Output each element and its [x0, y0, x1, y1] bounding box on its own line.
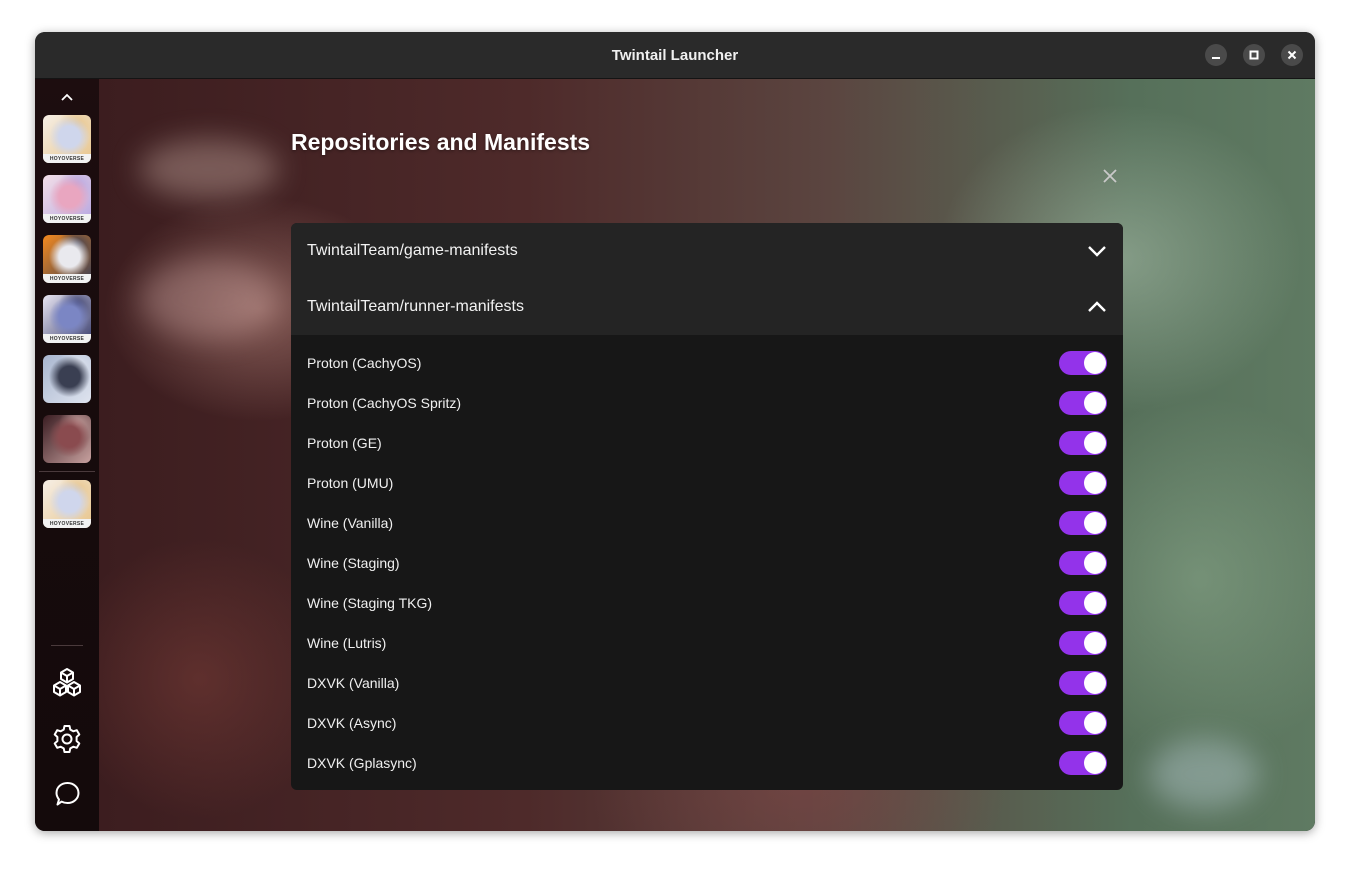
game-publisher-label: HOYOVERSE: [49, 275, 85, 282]
title-bar: Twintail Launcher: [35, 32, 1315, 79]
gear-icon[interactable]: [51, 723, 83, 755]
runner-toggle[interactable]: [1059, 511, 1107, 535]
runner-label: Proton (UMU): [307, 475, 394, 491]
runner-toggle[interactable]: [1059, 751, 1107, 775]
toggle-knob: [1084, 672, 1106, 694]
minimize-icon: [1212, 57, 1220, 59]
game-publisher-band: HOYOVERSE: [43, 214, 91, 223]
cubes-icon[interactable]: [51, 667, 83, 699]
runner-toggle[interactable]: [1059, 591, 1107, 615]
runner-label: Proton (CachyOS Spritz): [307, 395, 462, 411]
toggle-knob: [1084, 752, 1106, 774]
runner-label: Wine (Vanilla): [307, 515, 394, 531]
chevron-up-icon[interactable]: [59, 89, 75, 105]
toggle-knob: [1084, 352, 1106, 374]
runner-label: Wine (Staging): [307, 555, 400, 571]
runner-row: Wine (Staging TKG): [291, 583, 1123, 623]
game-publisher-label: HOYOVERSE: [49, 215, 85, 222]
game-publisher-band: HOYOVERSE: [43, 154, 91, 163]
runner-list: Proton (CachyOS) Proton (CachyOS Spritz) P…: [291, 335, 1123, 783]
runner-toggle[interactable]: [1059, 351, 1107, 375]
toggle-knob: [1084, 472, 1106, 494]
close-icon: [1287, 50, 1297, 60]
runner-toggle[interactable]: [1059, 711, 1107, 735]
toggle-knob: [1084, 512, 1106, 534]
app-window: Twintail Launcher HOYOVERSE HOYOVERSE HOYO…: [35, 32, 1315, 831]
window-title: Twintail Launcher: [611, 46, 739, 64]
runner-toggle[interactable]: [1059, 631, 1107, 655]
runner-label: DXVK (Async): [307, 715, 397, 731]
game-publisher-label: HOYOVERSE: [49, 520, 85, 527]
game-icon[interactable]: HOYOVERSE: [43, 235, 91, 283]
chat-bubble-icon[interactable]: [51, 779, 83, 811]
runner-toggle[interactable]: [1059, 471, 1107, 495]
runner-label: Proton (CachyOS): [307, 355, 422, 371]
main-content: Repositories and Manifests TwintailTeam/…: [99, 79, 1315, 831]
game-icon[interactable]: HOYOVERSE: [43, 295, 91, 343]
game-publisher-band: HOYOVERSE: [43, 334, 91, 343]
game-publisher-label: HOYOVERSE: [49, 335, 85, 342]
repositories-panel: TwintailTeam/game-manifests TwintailTeam…: [291, 223, 1123, 790]
sidebar-divider: [39, 471, 95, 472]
runner-row: Wine (Staging): [291, 543, 1123, 583]
background-art-3: [1149, 739, 1259, 809]
minimize-button[interactable]: [1205, 44, 1227, 66]
runner-row: DXVK (Gplasync): [291, 743, 1123, 783]
runner-label: Wine (Lutris): [307, 635, 387, 651]
maximize-icon: [1249, 50, 1259, 60]
game-publisher-label: HOYOVERSE: [49, 155, 85, 162]
runner-row: Wine (Lutris): [291, 623, 1123, 663]
runner-label: DXVK (Vanilla): [307, 675, 400, 691]
game-icon[interactable]: HOYOVERSE: [43, 115, 91, 163]
runner-row: Proton (GE): [291, 423, 1123, 463]
runner-toggle[interactable]: [1059, 671, 1107, 695]
close-window-button[interactable]: [1281, 44, 1303, 66]
page-title: Repositories and Manifests: [291, 129, 591, 155]
game-publisher-band: HOYOVERSE: [43, 519, 91, 528]
toggle-knob: [1084, 632, 1106, 654]
game-publisher-band: HOYOVERSE: [43, 274, 91, 283]
runner-row: DXVK (Vanilla): [291, 663, 1123, 703]
chevron-down-icon[interactable]: [1087, 241, 1107, 261]
repo-label: TwintailTeam/game-manifests: [307, 242, 518, 259]
maximize-button[interactable]: [1243, 44, 1265, 66]
sidebar-divider-bottom: [51, 645, 83, 646]
sidebar: HOYOVERSE HOYOVERSE HOYOVERSE HOYOVERSE HOYO…: [35, 79, 99, 831]
runner-row: DXVK (Async): [291, 703, 1123, 743]
runner-toggle[interactable]: [1059, 391, 1107, 415]
game-icon[interactable]: [43, 355, 91, 403]
repo-label: TwintailTeam/runner-manifests: [307, 298, 524, 315]
repo-runner-manifests[interactable]: TwintailTeam/runner-manifests: [291, 279, 1123, 335]
runner-label: Wine (Staging TKG): [307, 595, 433, 611]
runner-row: Wine (Vanilla): [291, 503, 1123, 543]
game-icon[interactable]: [43, 415, 91, 463]
game-icon[interactable]: HOYOVERSE: [43, 480, 91, 528]
toggle-knob: [1084, 552, 1106, 574]
game-icon[interactable]: HOYOVERSE: [43, 175, 91, 223]
toggle-knob: [1084, 392, 1106, 414]
runner-row: Proton (CachyOS Spritz): [291, 383, 1123, 423]
chevron-up-icon[interactable]: [1087, 297, 1107, 317]
runner-row: Proton (CachyOS): [291, 343, 1123, 383]
toggle-knob: [1084, 592, 1106, 614]
runner-toggle[interactable]: [1059, 551, 1107, 575]
background-art-2: [139, 259, 279, 339]
runner-toggle[interactable]: [1059, 431, 1107, 455]
repo-game-manifests[interactable]: TwintailTeam/game-manifests: [291, 223, 1123, 279]
runner-row: Proton (UMU): [291, 463, 1123, 503]
background-art: [139, 139, 279, 199]
runner-label: Proton (GE): [307, 435, 382, 451]
close-icon[interactable]: [1100, 166, 1120, 186]
runner-label: DXVK (Gplasync): [307, 755, 417, 771]
toggle-knob: [1084, 712, 1106, 734]
toggle-knob: [1084, 432, 1106, 454]
